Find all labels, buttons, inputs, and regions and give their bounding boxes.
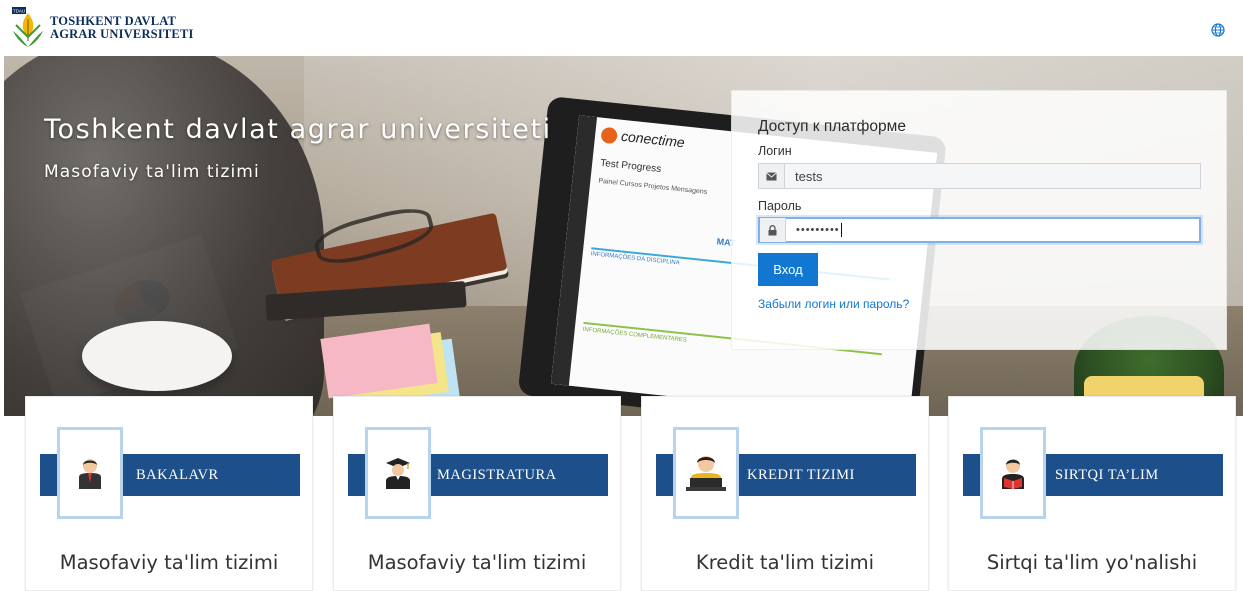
card-title: KREDIT TIZIMI: [747, 466, 855, 483]
card-title: MAGISTRATURA: [437, 466, 557, 483]
university-logo: TDAU: [12, 7, 43, 47]
laptop-section-2: INFORMAÇÕES COMPLEMENTARES: [582, 326, 688, 344]
card-icon-frame: [365, 427, 431, 519]
card-caption[interactable]: Kredit ta'lim tizimi: [642, 551, 928, 574]
card-magistratura[interactable]: MAGISTRATURA Masofaviy ta'lim tizimi: [333, 396, 621, 591]
hero-sticky-notes: [320, 323, 438, 399]
hero-title: Toshkent davlat agrar universiteti: [44, 114, 552, 145]
login-button[interactable]: Вход: [758, 253, 818, 286]
password-label: Пароль: [758, 199, 802, 213]
card-icon-frame: [57, 427, 123, 519]
logo-badge-text: TDAU: [13, 9, 25, 14]
card-icon-frame: [673, 427, 739, 519]
brand-name: TOSHKENT DAVLAT AGRAR UNIVERSITETI: [50, 15, 194, 41]
reader-icon: [1002, 459, 1024, 489]
graduate-icon: [386, 458, 410, 489]
student-icon: [79, 459, 101, 489]
laptop-heading: Test Progress: [599, 157, 662, 176]
hero-coffee-cup: [82, 321, 232, 391]
laptop-tabs: Painel Cursos Projetos Mensagens: [598, 177, 708, 197]
username-field[interactable]: tests: [758, 163, 1201, 189]
hero-subtitle: Masofaviy ta'lim tizimi: [44, 162, 260, 182]
username-value: tests: [795, 168, 823, 184]
laptop-app-logo: conectime: [600, 126, 686, 152]
card-title: SIRTQI TA’LIM: [1055, 466, 1159, 483]
top-navbar: TDAU TOSHKENT DAVLAT AGRAR UNIVERSITETI: [0, 0, 1243, 56]
laptop-user-icon: [686, 456, 726, 491]
forgot-password-link[interactable]: Забыли логин или пароль?: [758, 297, 909, 311]
brand-line-2: AGRAR UNIVERSITETI: [50, 27, 194, 41]
card-icon-frame: [980, 427, 1046, 519]
site-brand-link[interactable]: TDAU TOSHKENT DAVLAT AGRAR UNIVERSITETI: [10, 6, 194, 50]
globe-icon[interactable]: [1211, 23, 1225, 37]
login-title: Доступ к платформе: [758, 118, 906, 135]
card-sirtqi-talim[interactable]: SIRTQI TA’LIM Sirtqi ta'lim yo'nalishi: [948, 396, 1236, 591]
card-caption[interactable]: Sirtqi ta'lim yo'nalishi: [949, 551, 1235, 574]
password-field[interactable]: •••••••••: [758, 217, 1201, 243]
card-title: BAKALAVR: [136, 466, 219, 483]
card-caption[interactable]: Masofaviy ta'lim tizimi: [334, 551, 620, 574]
envelope-icon: [759, 164, 785, 188]
username-label: Логин: [758, 144, 792, 158]
card-bakalavr[interactable]: BAKALAVR Masofaviy ta'lim tizimi: [25, 396, 313, 591]
password-value: •••••••••: [796, 223, 842, 237]
login-panel: Доступ к платформе Логин tests Пароль ••…: [731, 90, 1227, 350]
lock-icon: [760, 218, 786, 242]
card-kredit-tizimi[interactable]: KREDIT TIZIMI Kredit ta'lim tizimi: [641, 396, 929, 591]
card-caption[interactable]: Masofaviy ta'lim tizimi: [26, 551, 312, 574]
